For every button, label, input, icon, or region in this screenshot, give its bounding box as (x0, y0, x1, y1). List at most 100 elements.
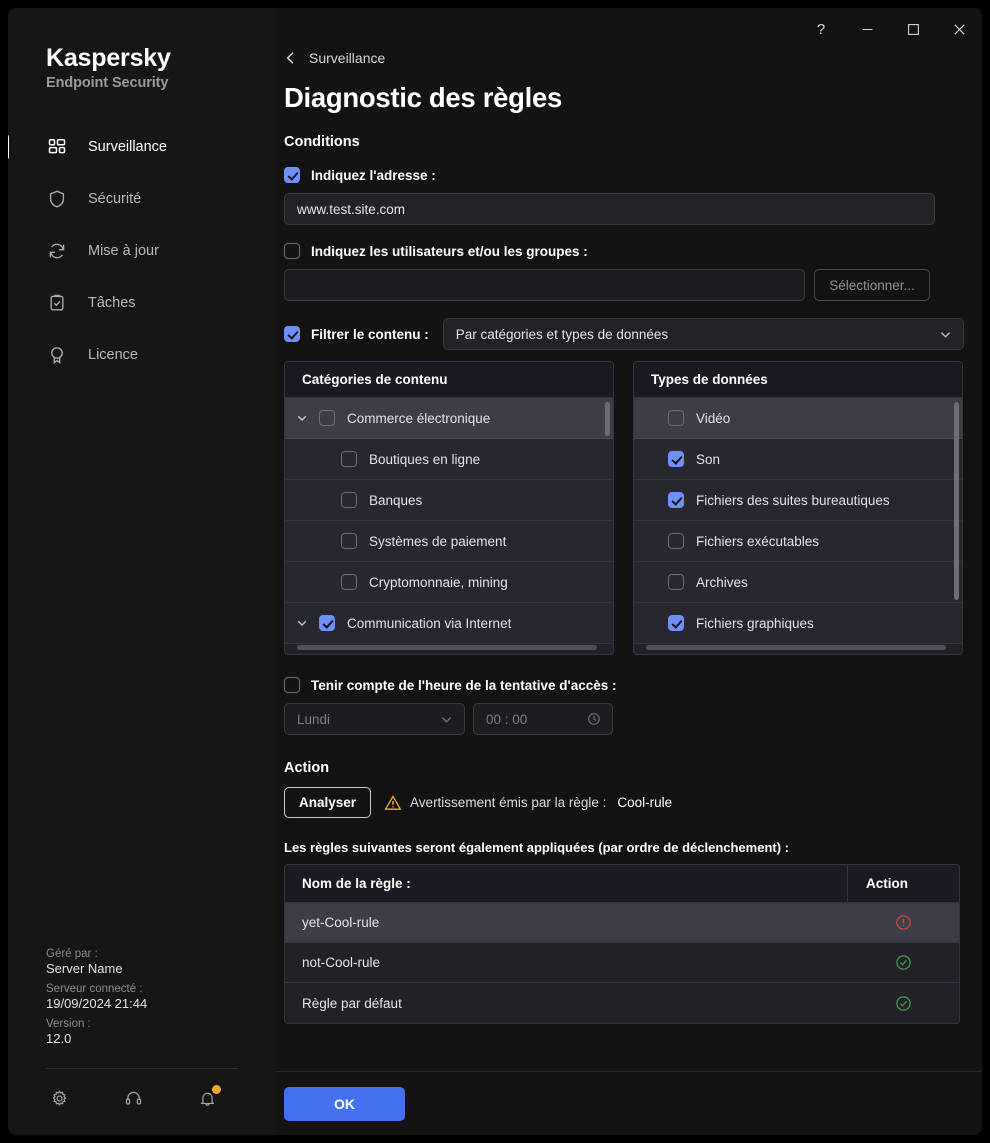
list-item-label: Fichiers graphiques (696, 616, 814, 631)
list-item-checkbox[interactable] (341, 451, 357, 467)
time-checkbox[interactable] (284, 677, 300, 693)
vertical-scrollbar[interactable] (605, 402, 610, 436)
back-chevron-icon[interactable] (284, 51, 298, 65)
ok-button[interactable]: OK (284, 1087, 405, 1121)
check-circle-icon (847, 954, 959, 971)
sidebar-item-surveillance[interactable]: Surveillance (8, 121, 276, 173)
bell-icon[interactable] (196, 1087, 218, 1109)
list-item-checkbox[interactable] (668, 492, 684, 508)
table-row[interactable]: yet-Cool-rule (285, 903, 959, 943)
list-item-checkbox[interactable] (668, 615, 684, 631)
exclamation-circle-icon (847, 914, 959, 931)
shield-icon (46, 188, 68, 210)
clipboard-check-icon (46, 292, 68, 314)
table-row[interactable]: not-Cool-rule (285, 943, 959, 983)
time-checkbox-row: Tenir compte de l'heure de la tentative … (276, 677, 982, 693)
sidebar-item-licence[interactable]: Licence (8, 329, 276, 381)
day-select-value: Lundi (297, 712, 330, 727)
page-title: Diagnostic des règles (276, 66, 982, 114)
select-users-button[interactable]: Sélectionner... (814, 269, 930, 301)
server-connected-label: Serveur connecté : (46, 983, 276, 995)
list-item[interactable]: Vidéo (634, 398, 962, 439)
gear-icon[interactable] (48, 1087, 70, 1109)
list-item[interactable]: Commerce électronique (285, 398, 613, 439)
brand-name: Kaspersky (46, 44, 276, 73)
address-checkbox[interactable] (284, 167, 300, 183)
minimize-button[interactable] (844, 8, 890, 50)
time-input-value: 00 : 00 (486, 712, 527, 727)
list-item[interactable]: Communication via Internet (285, 603, 613, 644)
clock-icon (587, 712, 601, 726)
list-item[interactable]: Fichiers des suites bureautiques (634, 480, 962, 521)
horizontal-scrollbar[interactable] (646, 645, 946, 650)
maximize-button[interactable] (890, 8, 936, 50)
list-item-label: Systèmes de paiement (369, 534, 506, 549)
list-item-checkbox[interactable] (341, 533, 357, 549)
time-input[interactable]: 00 : 00 (473, 703, 613, 735)
day-select[interactable]: Lundi (284, 703, 465, 735)
list-item-label: Archives (696, 575, 748, 590)
brand-subtitle: Endpoint Security (46, 75, 276, 91)
award-icon (46, 344, 68, 366)
sidebar-item-label: Tâches (88, 295, 136, 311)
application-window: Kaspersky Endpoint Security Surveillance (8, 8, 982, 1135)
list-item[interactable]: Archives (634, 562, 962, 603)
address-input[interactable]: www.test.site.com (284, 193, 935, 225)
close-button[interactable] (936, 8, 982, 50)
list-item-checkbox[interactable] (319, 410, 335, 426)
refresh-icon (46, 240, 68, 262)
list-item-checkbox[interactable] (668, 451, 684, 467)
list-item-checkbox[interactable] (668, 410, 684, 426)
list-item[interactable]: Fichiers graphiques (634, 603, 962, 644)
analyser-button[interactable]: Analyser (284, 787, 371, 818)
users-checkbox[interactable] (284, 243, 300, 259)
table-row[interactable]: Règle par défaut (285, 983, 959, 1023)
chevron-down-icon[interactable] (285, 412, 319, 424)
action-row: Analyser Avertissement émis par la règle… (276, 787, 982, 818)
list-item-label: Commerce électronique (347, 411, 490, 426)
main-panel: ? Surveillance Diagnostic des règles Con… (276, 8, 982, 1135)
sidebar-item-taches[interactable]: Tâches (8, 277, 276, 329)
help-glyph: ? (817, 21, 825, 38)
filter-select-value: Par catégories et types de données (456, 327, 668, 342)
list-item-checkbox[interactable] (341, 574, 357, 590)
filter-select[interactable]: Par catégories et types de données (443, 318, 964, 350)
list-item[interactable]: Cryptomonnaie, mining (285, 562, 613, 603)
list-item-label: Cryptomonnaie, mining (369, 575, 508, 590)
help-button[interactable]: ? (798, 8, 844, 50)
datatypes-panel-title: Types de données (634, 362, 962, 398)
breadcrumb-label: Surveillance (309, 50, 385, 66)
list-item-checkbox[interactable] (319, 615, 335, 631)
sidebar-nav: Surveillance Sécurité Mise à jour (8, 121, 276, 381)
address-checkbox-label: Indiquez l'adresse : (311, 168, 436, 183)
brand: Kaspersky Endpoint Security (8, 8, 276, 91)
address-field-wrap: www.test.site.com (276, 193, 982, 225)
sidebar-item-mise-a-jour[interactable]: Mise à jour (8, 225, 276, 277)
managed-by-value: Server Name (46, 961, 276, 976)
version-value: 12.0 (46, 1031, 276, 1046)
list-item-checkbox[interactable] (341, 492, 357, 508)
list-item-checkbox[interactable] (668, 533, 684, 549)
list-item-label: Vidéo (696, 411, 730, 426)
list-item[interactable]: Systèmes de paiement (285, 521, 613, 562)
notification-badge (212, 1085, 221, 1094)
sidebar-item-label: Surveillance (88, 139, 167, 155)
vertical-scrollbar[interactable] (954, 402, 959, 600)
chevron-down-icon[interactable] (285, 617, 319, 629)
warning-rule-name: Cool-rule (617, 795, 672, 810)
list-item[interactable]: Boutiques en ligne (285, 439, 613, 480)
filter-checkbox[interactable] (284, 326, 300, 342)
column-header-action: Action (847, 865, 959, 902)
list-item[interactable]: Fichiers exécutables (634, 521, 962, 562)
horizontal-scrollbar[interactable] (297, 645, 597, 650)
users-input[interactable] (284, 269, 805, 301)
list-item[interactable]: Son (634, 439, 962, 480)
sidebar-item-securite[interactable]: Sécurité (8, 173, 276, 225)
list-item[interactable]: Banques (285, 480, 613, 521)
list-item-label: Fichiers des suites bureautiques (696, 493, 890, 508)
list-item-label: Banques (369, 493, 422, 508)
list-item-checkbox[interactable] (668, 574, 684, 590)
headset-icon[interactable] (122, 1087, 144, 1109)
check-circle-icon (847, 995, 959, 1012)
categories-panel: Catégories de contenu Commerce électroni… (284, 361, 614, 655)
